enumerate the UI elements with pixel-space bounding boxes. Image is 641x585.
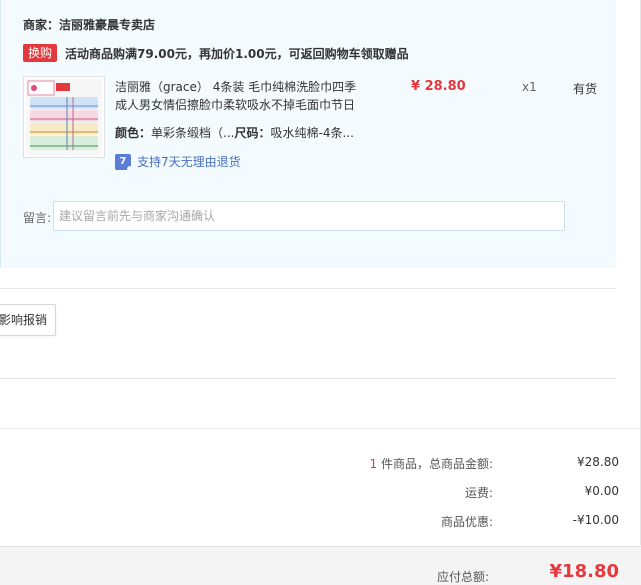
divider (0, 288, 616, 289)
goods-amount-label: 1 件商品，总商品金额: (369, 457, 494, 471)
discount-value: -¥10.00 (572, 513, 619, 527)
checkout-page: 商家：洁丽雅豪晨专卖店 换购 活动商品购满79.00元，再加价1.00元，可返回… (0, 0, 641, 585)
color-label: 颜色： (115, 126, 152, 140)
shipping-label: 运费: (464, 486, 493, 500)
divider (0, 428, 641, 429)
promo-row: 换购 活动商品购满79.00元，再加价1.00元，可返回购物车领取赠品 (23, 44, 409, 62)
stock-status: 有货 (573, 82, 598, 96)
divider (0, 378, 616, 379)
item-count: 1 (369, 457, 378, 471)
towel-product-image (26, 79, 102, 155)
shipping-value: ¥0.00 (584, 484, 619, 498)
size-value: 吸水纯棉-4条... (270, 126, 354, 140)
product-thumbnail[interactable] (23, 76, 105, 158)
promo-badge: 换购 (23, 44, 58, 62)
product-quantity: x1 (522, 80, 537, 94)
message-input[interactable] (53, 201, 565, 231)
promo-text: 活动商品购满79.00元，再加价1.00元，可返回购物车领取赠品 (65, 46, 409, 61)
reimburse-button[interactable]: 影响报销 (0, 304, 56, 336)
product-attributes: 颜色：单彩条缎档（...尺码：吸水纯棉-4条... (115, 124, 360, 141)
product-price: ¥ 28.80 (411, 79, 466, 94)
total-label: 应付总额: (436, 570, 489, 584)
size-label: 尺码： (234, 126, 271, 140)
shop-order-panel: 商家：洁丽雅豪晨专卖店 换购 活动商品购满79.00元，再加价1.00元，可返回… (0, 0, 616, 268)
return-policy[interactable]: 7 支持7天无理由退货 (115, 153, 241, 172)
message-label: 留言: (23, 211, 52, 225)
seven-day-return-icon: 7 (115, 153, 133, 172)
discount-label: 商品优惠: (440, 515, 493, 529)
goods-amount-value: ¥28.80 (577, 455, 619, 469)
merchant-name[interactable]: 商家：洁丽雅豪晨专卖店 (23, 16, 155, 33)
product-title-link[interactable]: 洁丽雅（grace） 4条装 毛巾纯棉洗脸巾四季成人男女情侣擦脸巾柔软吸水不掉毛… (115, 78, 365, 114)
color-value: 单彩条缎档（... (151, 126, 235, 140)
total-bar: 应付总额: ¥18.80 (0, 546, 641, 585)
total-value: ¥18.80 (549, 561, 619, 582)
return-policy-text: 支持7天无理由退货 (137, 155, 241, 169)
